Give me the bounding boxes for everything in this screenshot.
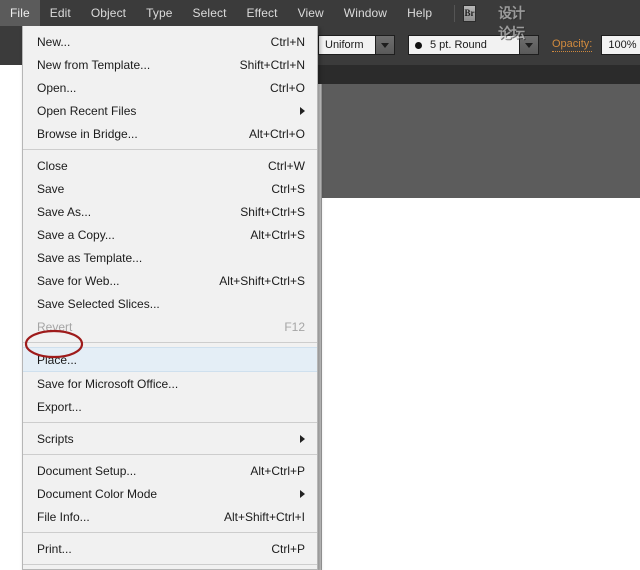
menubar-item-effect[interactable]: Effect: [237, 0, 288, 26]
menu-item-label: Revert: [37, 320, 72, 334]
menu-item-label: Browse in Bridge...: [37, 127, 138, 141]
menu-item-label: Document Setup...: [37, 464, 136, 478]
menu-separator: [23, 454, 317, 455]
menu-item-save-selected-slices[interactable]: Save Selected Slices...: [23, 292, 317, 315]
menubar-item-edit[interactable]: Edit: [40, 0, 81, 26]
menu-separator: [23, 342, 317, 343]
menu-item-print[interactable]: Print... Ctrl+P: [23, 537, 317, 560]
menu-item-browse-in-bridge[interactable]: Browse in Bridge... Alt+Ctrl+O: [23, 122, 317, 145]
menu-item-save-a-copy[interactable]: Save a Copy... Alt+Ctrl+S: [23, 223, 317, 246]
document-tab-bar: [318, 65, 640, 84]
menu-item-shortcut: Alt+Shift+Ctrl+I: [224, 510, 305, 524]
menu-item-label: New from Template...: [37, 58, 150, 72]
menu-item-document-color-mode[interactable]: Document Color Mode: [23, 482, 317, 505]
chevron-right-icon: [300, 107, 305, 115]
menu-item-new-from-template[interactable]: New from Template... Shift+Ctrl+N: [23, 53, 317, 76]
chevron-down-icon: [381, 43, 389, 48]
menu-item-document-setup[interactable]: Document Setup... Alt+Ctrl+P: [23, 459, 317, 482]
bridge-icon[interactable]: Br: [463, 5, 476, 22]
menubar-item-select[interactable]: Select: [183, 0, 237, 26]
vertical-scrollbar[interactable]: [318, 84, 322, 570]
menu-item-shortcut: Ctrl+W: [268, 159, 305, 173]
menu-item-shortcut: Alt+Ctrl+O: [249, 127, 305, 141]
menu-item-save-for-microsoft-office[interactable]: Save for Microsoft Office...: [23, 372, 317, 395]
file-dropdown-menu: New... Ctrl+N New from Template... Shift+Ct…: [22, 26, 318, 570]
brush-definition-value: 5 pt. Round: [430, 39, 487, 51]
menu-item-shortcut: F12: [284, 320, 305, 334]
artboard-canvas[interactable]: [322, 84, 640, 198]
menu-item-label: New...: [37, 35, 70, 49]
menubar-item-help[interactable]: Help: [397, 0, 442, 26]
stroke-profile-value: Uniform: [325, 39, 364, 51]
menubar-item-window[interactable]: Window: [334, 0, 397, 26]
watermark: 思缘设计论坛 WWW.MISSYUAN.COM: [498, 0, 640, 43]
menu-item-label: Export...: [37, 400, 82, 414]
chevron-right-icon: [300, 435, 305, 443]
watermark-url: WWW.MISSYUAN.COM: [536, 0, 640, 1]
menu-item-shortcut: Ctrl+N: [271, 35, 305, 49]
menu-separator: [23, 149, 317, 150]
stroke-profile-field[interactable]: Uniform: [318, 35, 376, 55]
menu-item-save-as-template[interactable]: Save as Template...: [23, 246, 317, 269]
menu-item-revert: Revert F12: [23, 315, 317, 338]
chevron-right-icon: [300, 490, 305, 498]
menu-item-label: Open...: [37, 81, 76, 95]
menu-item-place[interactable]: Place...: [23, 347, 317, 372]
illustrator-window: Uniform 5 pt. Round Opacity: 100%: [0, 0, 640, 570]
menu-item-label: File Info...: [37, 510, 90, 524]
menu-item-export[interactable]: Export...: [23, 395, 317, 418]
menu-item-shortcut: Ctrl+P: [271, 542, 305, 556]
menu-item-label: Place...: [37, 353, 77, 367]
menu-item-shortcut: Shift+Ctrl+N: [240, 58, 305, 72]
menu-item-close[interactable]: Close Ctrl+W: [23, 154, 317, 177]
menu-item-open[interactable]: Open... Ctrl+O: [23, 76, 317, 99]
menu-item-label: Scripts: [37, 432, 74, 446]
watermark-site-name: 思缘设计论坛: [498, 0, 529, 43]
menu-item-label: Close: [37, 159, 68, 173]
menu-item-label: Save As...: [37, 205, 91, 219]
menubar-item-type[interactable]: Type: [136, 0, 182, 26]
menu-item-label: Save for Web...: [37, 274, 119, 288]
menu-item-save[interactable]: Save Ctrl+S: [23, 177, 317, 200]
menu-item-open-recent-files[interactable]: Open Recent Files: [23, 99, 317, 122]
menu-item-shortcut: Ctrl+O: [270, 81, 305, 95]
menu-item-shortcut: Alt+Shift+Ctrl+S: [219, 274, 305, 288]
menu-item-shortcut: Alt+Ctrl+P: [250, 464, 305, 478]
menu-item-label: Save for Microsoft Office...: [37, 377, 178, 391]
menu-item-shortcut: Shift+Ctrl+S: [240, 205, 305, 219]
menubar-item-view[interactable]: View: [288, 0, 334, 26]
menu-item-save-for-web[interactable]: Save for Web... Alt+Shift+Ctrl+S: [23, 269, 317, 292]
menubar-divider: [454, 5, 455, 22]
menu-item-label: Open Recent Files: [37, 104, 136, 118]
menu-item-shortcut: Ctrl+S: [271, 182, 305, 196]
menubar-item-object[interactable]: Object: [81, 0, 136, 26]
canvas-white-area[interactable]: [322, 198, 640, 570]
menu-separator: [23, 422, 317, 423]
menu-separator: [23, 564, 317, 565]
menu-item-save-as[interactable]: Save As... Shift+Ctrl+S: [23, 200, 317, 223]
menu-separator: [23, 532, 317, 533]
chevron-down-icon: [525, 43, 533, 48]
menu-item-label: Save: [37, 182, 64, 196]
stroke-profile-dropdown-button[interactable]: [376, 35, 395, 55]
menu-item-shortcut: Alt+Ctrl+S: [250, 228, 305, 242]
brush-swatch-icon: [415, 42, 422, 49]
menu-item-label: Save as Template...: [37, 251, 142, 265]
menu-item-label: Save Selected Slices...: [37, 297, 160, 311]
menu-item-new[interactable]: New... Ctrl+N: [23, 30, 317, 53]
main-menu-bar: File Edit Object Type Select Effect View…: [0, 0, 640, 26]
menu-item-file-info[interactable]: File Info... Alt+Shift+Ctrl+I: [23, 505, 317, 528]
menubar-item-file[interactable]: File: [0, 0, 40, 26]
menu-item-label: Save a Copy...: [37, 228, 115, 242]
menu-item-label: Print...: [37, 542, 72, 556]
menu-item-scripts[interactable]: Scripts: [23, 427, 317, 450]
menu-item-label: Document Color Mode: [37, 487, 157, 501]
